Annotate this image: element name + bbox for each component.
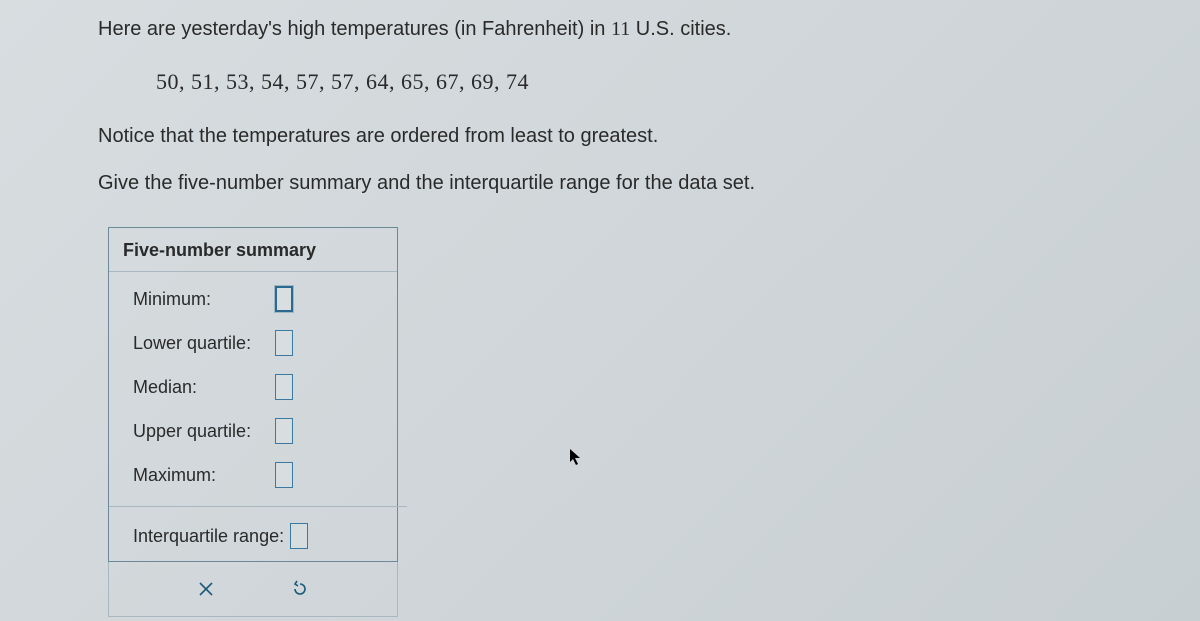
minimum-label: Minimum: bbox=[133, 289, 275, 310]
median-row: Median: bbox=[133, 374, 383, 400]
problem-content: Here are yesterday's high temperatures (… bbox=[0, 18, 1200, 617]
upper-quartile-row: Upper quartile: bbox=[133, 418, 383, 444]
summary-body: Minimum: Lower quartile: Median: Upper q… bbox=[109, 272, 397, 511]
temperature-data: 50, 51, 53, 54, 57, 57, 64, 65, 67, 69, … bbox=[98, 69, 1200, 95]
x-icon bbox=[198, 581, 214, 597]
reset-button[interactable] bbox=[287, 576, 313, 602]
lower-quartile-label: Lower quartile: bbox=[133, 333, 275, 354]
summary-divider bbox=[109, 506, 407, 507]
minimum-row: Minimum: bbox=[133, 286, 383, 312]
median-input[interactable] bbox=[275, 374, 293, 400]
intro-text: Here are yesterday's high temperatures (… bbox=[98, 18, 1200, 41]
city-count: 11 bbox=[611, 18, 630, 40]
median-label: Median: bbox=[133, 377, 275, 398]
five-number-summary-box: Five-number summary Minimum: Lower quart… bbox=[108, 227, 398, 562]
intro-prefix: Here are yesterday's high temperatures (… bbox=[98, 18, 611, 40]
upper-quartile-input[interactable] bbox=[275, 418, 293, 444]
iqr-row: Interquartile range: bbox=[109, 511, 397, 561]
undo-icon bbox=[291, 580, 309, 598]
minimum-input[interactable] bbox=[275, 286, 293, 312]
lower-quartile-row: Lower quartile: bbox=[133, 330, 383, 356]
iqr-label: Interquartile range: bbox=[133, 526, 284, 547]
clear-button[interactable] bbox=[193, 576, 219, 602]
upper-quartile-label: Upper quartile: bbox=[133, 421, 275, 442]
summary-header: Five-number summary bbox=[109, 228, 397, 272]
intro-suffix: U.S. cities. bbox=[630, 18, 731, 40]
maximum-label: Maximum: bbox=[133, 465, 275, 486]
ordering-note: Notice that the temperatures are ordered… bbox=[98, 125, 1200, 148]
maximum-row: Maximum: bbox=[133, 462, 383, 488]
iqr-input[interactable] bbox=[290, 523, 308, 549]
maximum-input[interactable] bbox=[275, 462, 293, 488]
answer-toolbar bbox=[108, 562, 398, 617]
lower-quartile-input[interactable] bbox=[275, 330, 293, 356]
instruction-text: Give the five-number summary and the int… bbox=[98, 172, 1200, 195]
